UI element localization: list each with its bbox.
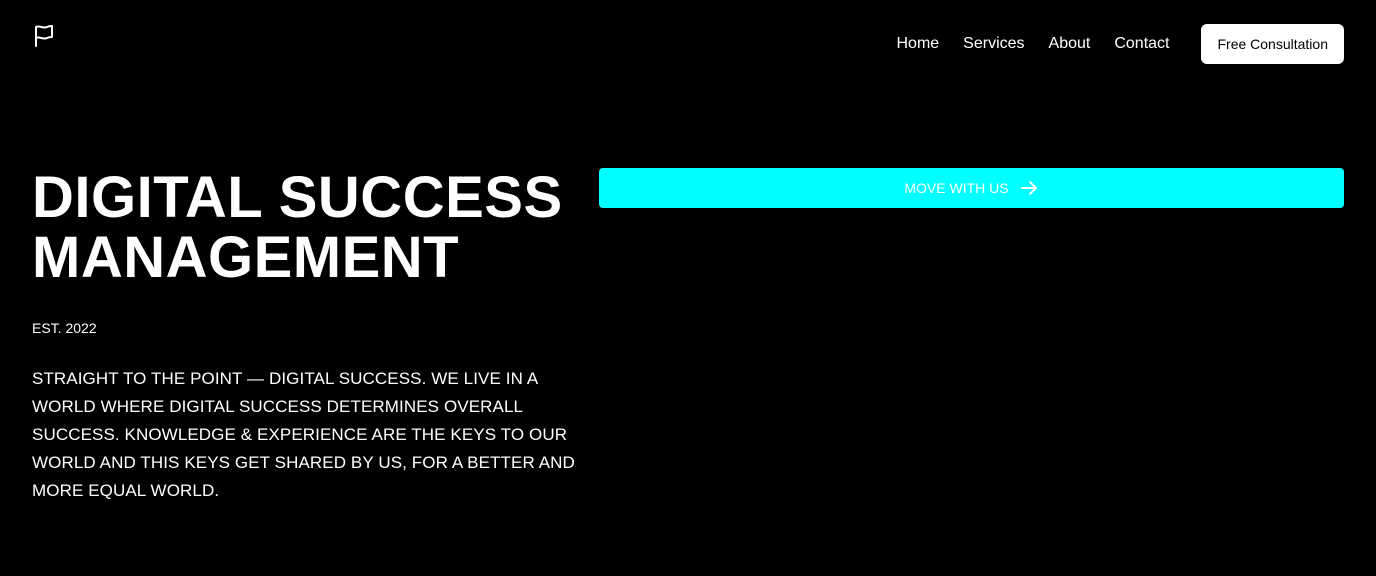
nav-link-contact[interactable]: Contact bbox=[1114, 34, 1169, 54]
hero-section: DIGITAL SUCCESS MANAGEMENT EST. 2022 STR… bbox=[32, 168, 602, 522]
nav-link-about[interactable]: About bbox=[1049, 34, 1091, 54]
flag-icon bbox=[33, 24, 55, 48]
title-line-2: MANAGEMENT bbox=[32, 225, 460, 290]
arrow-right-icon bbox=[1019, 178, 1039, 198]
main-nav: Home Services About Contact Free Consult… bbox=[896, 24, 1344, 64]
established-text: EST. 2022 bbox=[32, 320, 97, 336]
nav-links: Home Services About Contact bbox=[896, 34, 1169, 54]
nav-link-home[interactable]: Home bbox=[896, 34, 939, 54]
page-title: DIGITAL SUCCESS MANAGEMENT bbox=[32, 168, 602, 288]
free-consultation-button[interactable]: Free Consultation bbox=[1201, 24, 1344, 64]
move-with-us-label: MOVE WITH US bbox=[904, 180, 1009, 196]
title-line-1: DIGITAL SUCCESS bbox=[32, 165, 563, 230]
nav-link-services[interactable]: Services bbox=[963, 34, 1024, 54]
move-with-us-button[interactable]: MOVE WITH US bbox=[599, 168, 1344, 208]
hero-description: STRAIGHT TO THE POINT — DIGITAL SUCCESS.… bbox=[32, 369, 575, 500]
logo-link[interactable] bbox=[32, 24, 56, 48]
landing-page: Home Services About Contact Free Consult… bbox=[0, 0, 1376, 576]
